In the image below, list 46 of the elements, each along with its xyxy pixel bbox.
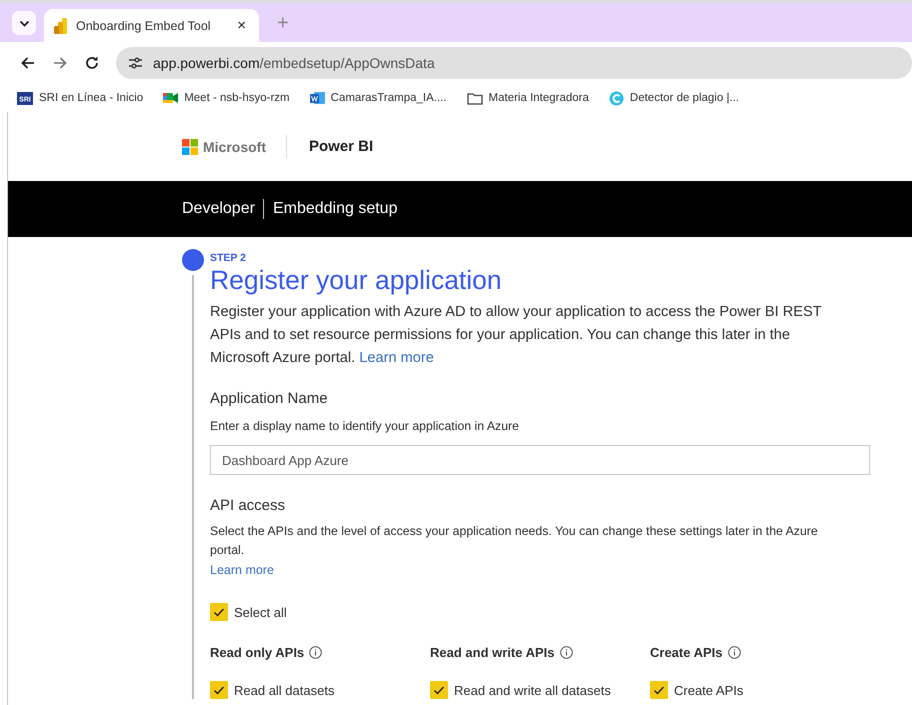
- intro-paragraph: Register your application with Azure AD to allow your application to access the Power BI REST APIs and to set resource permissions for your application. You can change this later in the Microsoft Azure portal. Learn more: [210, 303, 822, 368]
- info-icon: [309, 646, 322, 658]
- checkbox[interactable]: Read and write all datasets: [430, 681, 611, 699]
- close-tab-button[interactable]: ×: [234, 17, 249, 34]
- learn-more-link[interactable]: Learn more: [210, 563, 274, 577]
- page-title: Register your application: [210, 264, 503, 296]
- info-icon: [560, 646, 572, 658]
- field-hint: Enter a display name to identify your application in Azure: [210, 418, 520, 435]
- group-heading: Read only APIs: [210, 644, 304, 660]
- step-label: STEP 2: [210, 252, 247, 264]
- bookmark[interactable]: Meet - nsb-hsyo-rzm: [163, 91, 290, 105]
- brand-name: Microsoft: [203, 138, 266, 154]
- checkbox[interactable]: Select all: [210, 603, 287, 621]
- tab-list-button[interactable]: [12, 11, 36, 35]
- group-heading: Read and write APIs: [430, 644, 554, 660]
- section-heading: API access: [210, 497, 286, 514]
- bookmark[interactable]: Materia Integradora: [466, 91, 589, 105]
- site-settings-icon: [128, 56, 143, 70]
- learn-more-link[interactable]: Learn more: [359, 350, 434, 366]
- folder-icon: [466, 91, 483, 105]
- windows-logo-icon: [182, 138, 198, 154]
- bookmark[interactable]: Detector de plagio |...: [608, 90, 740, 106]
- checkbox[interactable]: Read all datasets: [210, 681, 334, 699]
- group-heading: Create APIs: [650, 644, 722, 660]
- url-text: app.powerbi.com/embedsetup/AppOwnsData: [153, 55, 435, 71]
- bar-chart-icon: [54, 18, 67, 34]
- bookmark[interactable]: CamarasTrampa_IA....: [310, 91, 447, 105]
- breadcrumb-item[interactable]: Embedding setup: [262, 199, 398, 219]
- c-logo-icon: [608, 90, 624, 106]
- breadcrumb-item[interactable]: Developer: [182, 200, 255, 218]
- step-marker: [182, 249, 204, 271]
- input-field[interactable]: Dashboard App Azure: [210, 445, 870, 475]
- address-bar[interactable]: app.powerbi.com/embedsetup/AppOwnsData: [116, 47, 912, 79]
- info-icon: [728, 646, 740, 658]
- forward-icon: [52, 55, 68, 71]
- product-name[interactable]: Power BI: [309, 138, 374, 155]
- checkbox[interactable]: Create APIs: [650, 681, 744, 699]
- field-hint: Select the APIs and the level of access your application needs. You can change these settings later in the Azure portal.: [210, 523, 819, 559]
- browser-tab[interactable]: Onboarding Embed Tool ×: [44, 9, 259, 42]
- reload-icon: [84, 55, 100, 71]
- document-icon: [310, 91, 325, 105]
- section-heading: Application Name: [210, 390, 329, 407]
- tab-title: Onboarding Embed Tool: [76, 18, 212, 32]
- back-icon: [20, 55, 36, 71]
- caret-icon: [18, 20, 30, 26]
- video-camera-icon: [163, 91, 178, 105]
